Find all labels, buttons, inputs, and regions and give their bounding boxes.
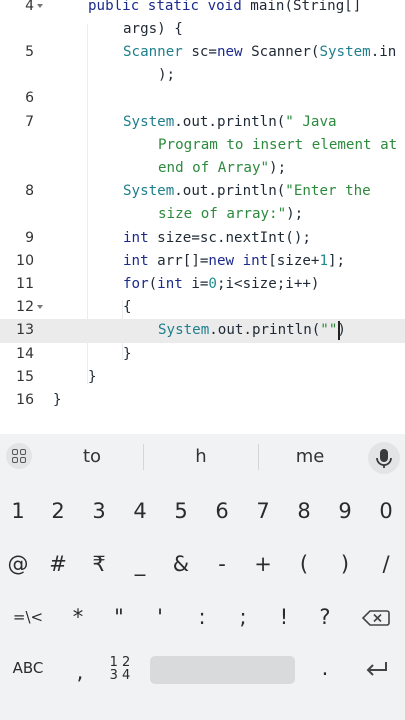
line-number: 12 [16,299,34,315]
key-exclamation[interactable]: ! [266,597,302,637]
key-ampersand[interactable]: & [163,544,199,584]
key-3[interactable]: 3 [81,491,117,531]
line-number: 4 [25,0,34,14]
suggestion-divider [143,444,144,470]
indent-guide [87,24,88,384]
code-line: for(int i=0;i<size;i++) [123,276,320,292]
key-7[interactable]: 7 [245,491,281,531]
code-line: } [123,346,132,362]
line-number: 16 [16,392,34,408]
key-0[interactable]: 0 [368,491,404,531]
key-minus[interactable]: - [204,544,240,584]
space-bar[interactable] [150,656,295,684]
key-semicolon[interactable]: ; [225,597,261,637]
key-rupee[interactable]: ₹ [81,544,117,584]
numpad-toggle-bottom: 3 4 [109,668,131,683]
key-1[interactable]: 1 [0,491,36,531]
key-at[interactable]: @ [0,544,36,584]
line-number: 7 [25,114,34,130]
key-asterisk[interactable]: * [60,597,96,637]
suggestion-item[interactable]: me [270,446,350,467]
line-number: 13 [16,322,34,338]
key-close-paren[interactable]: ) [327,544,363,584]
code-line: System.out.println(" Java [123,114,337,130]
enter-icon[interactable] [355,648,399,688]
key-colon[interactable]: : [184,597,220,637]
key-9[interactable]: 9 [327,491,363,531]
key-slash[interactable]: / [368,544,404,584]
key-plus[interactable]: + [245,544,281,584]
code-line: ); [158,67,176,83]
code-line: end of Array"); [158,160,287,176]
fold-arrow-icon[interactable] [37,4,43,8]
code-editor[interactable]: 4 5 6 7 8 9 10 11 12 13 14 15 16 public … [0,0,405,434]
line-number: 6 [25,90,34,106]
line-number: 14 [16,346,34,362]
suggestion-bar: to h me [0,434,405,482]
code-line-current: System.out.println("") [158,322,346,338]
code-line: } [53,392,62,408]
key-double-quote[interactable]: " [101,597,137,637]
abc-button[interactable]: ABC [4,648,52,688]
code-line: public static void main(String[] [88,0,362,14]
suggestion-divider [258,444,259,470]
line-number: 15 [16,369,34,385]
code-line: Program to insert element at [158,137,398,153]
key-6[interactable]: 6 [204,491,240,531]
suggestion-item[interactable]: h [161,446,241,467]
code-line: { [123,299,132,315]
mic-icon[interactable] [368,442,400,474]
code-line: Scanner sc=new Scanner(System.in [123,44,397,60]
code-line: int arr[]=new int[size+1]; [123,253,346,269]
line-number: 10 [16,253,34,269]
key-comma[interactable]: , [62,652,98,692]
key-more-symbols[interactable]: =\< [4,597,52,637]
key-8[interactable]: 8 [286,491,322,531]
key-underscore[interactable]: _ [122,544,158,584]
line-number: 11 [16,276,34,292]
code-line: System.out.println("Enter the [123,183,371,199]
code-line: } [88,369,97,385]
key-period[interactable]: . [307,648,343,688]
code-line: size of array:"); [158,206,304,222]
grid-icon[interactable] [6,443,32,469]
backspace-icon[interactable] [352,597,400,637]
line-number: 5 [25,44,34,60]
key-open-paren[interactable]: ( [286,544,322,584]
key-question[interactable]: ? [307,597,343,637]
fold-arrow-icon[interactable] [37,305,43,309]
suggestion-item[interactable]: to [52,446,132,467]
key-4[interactable]: 4 [122,491,158,531]
key-5[interactable]: 5 [163,491,199,531]
soft-keyboard: to h me 1 2 3 4 5 6 7 8 9 0 @ # ₹ _ & - … [0,434,405,720]
key-single-quote[interactable]: ' [142,597,178,637]
code-line: args) { [123,21,183,37]
key-2[interactable]: 2 [40,491,76,531]
key-hash[interactable]: # [40,544,76,584]
text-cursor [338,321,340,340]
code-line: int size=sc.nextInt(); [123,230,311,246]
numpad-toggle-button[interactable]: 1 2 3 4 [100,656,140,684]
line-number: 9 [25,230,34,246]
line-number: 8 [25,183,34,199]
